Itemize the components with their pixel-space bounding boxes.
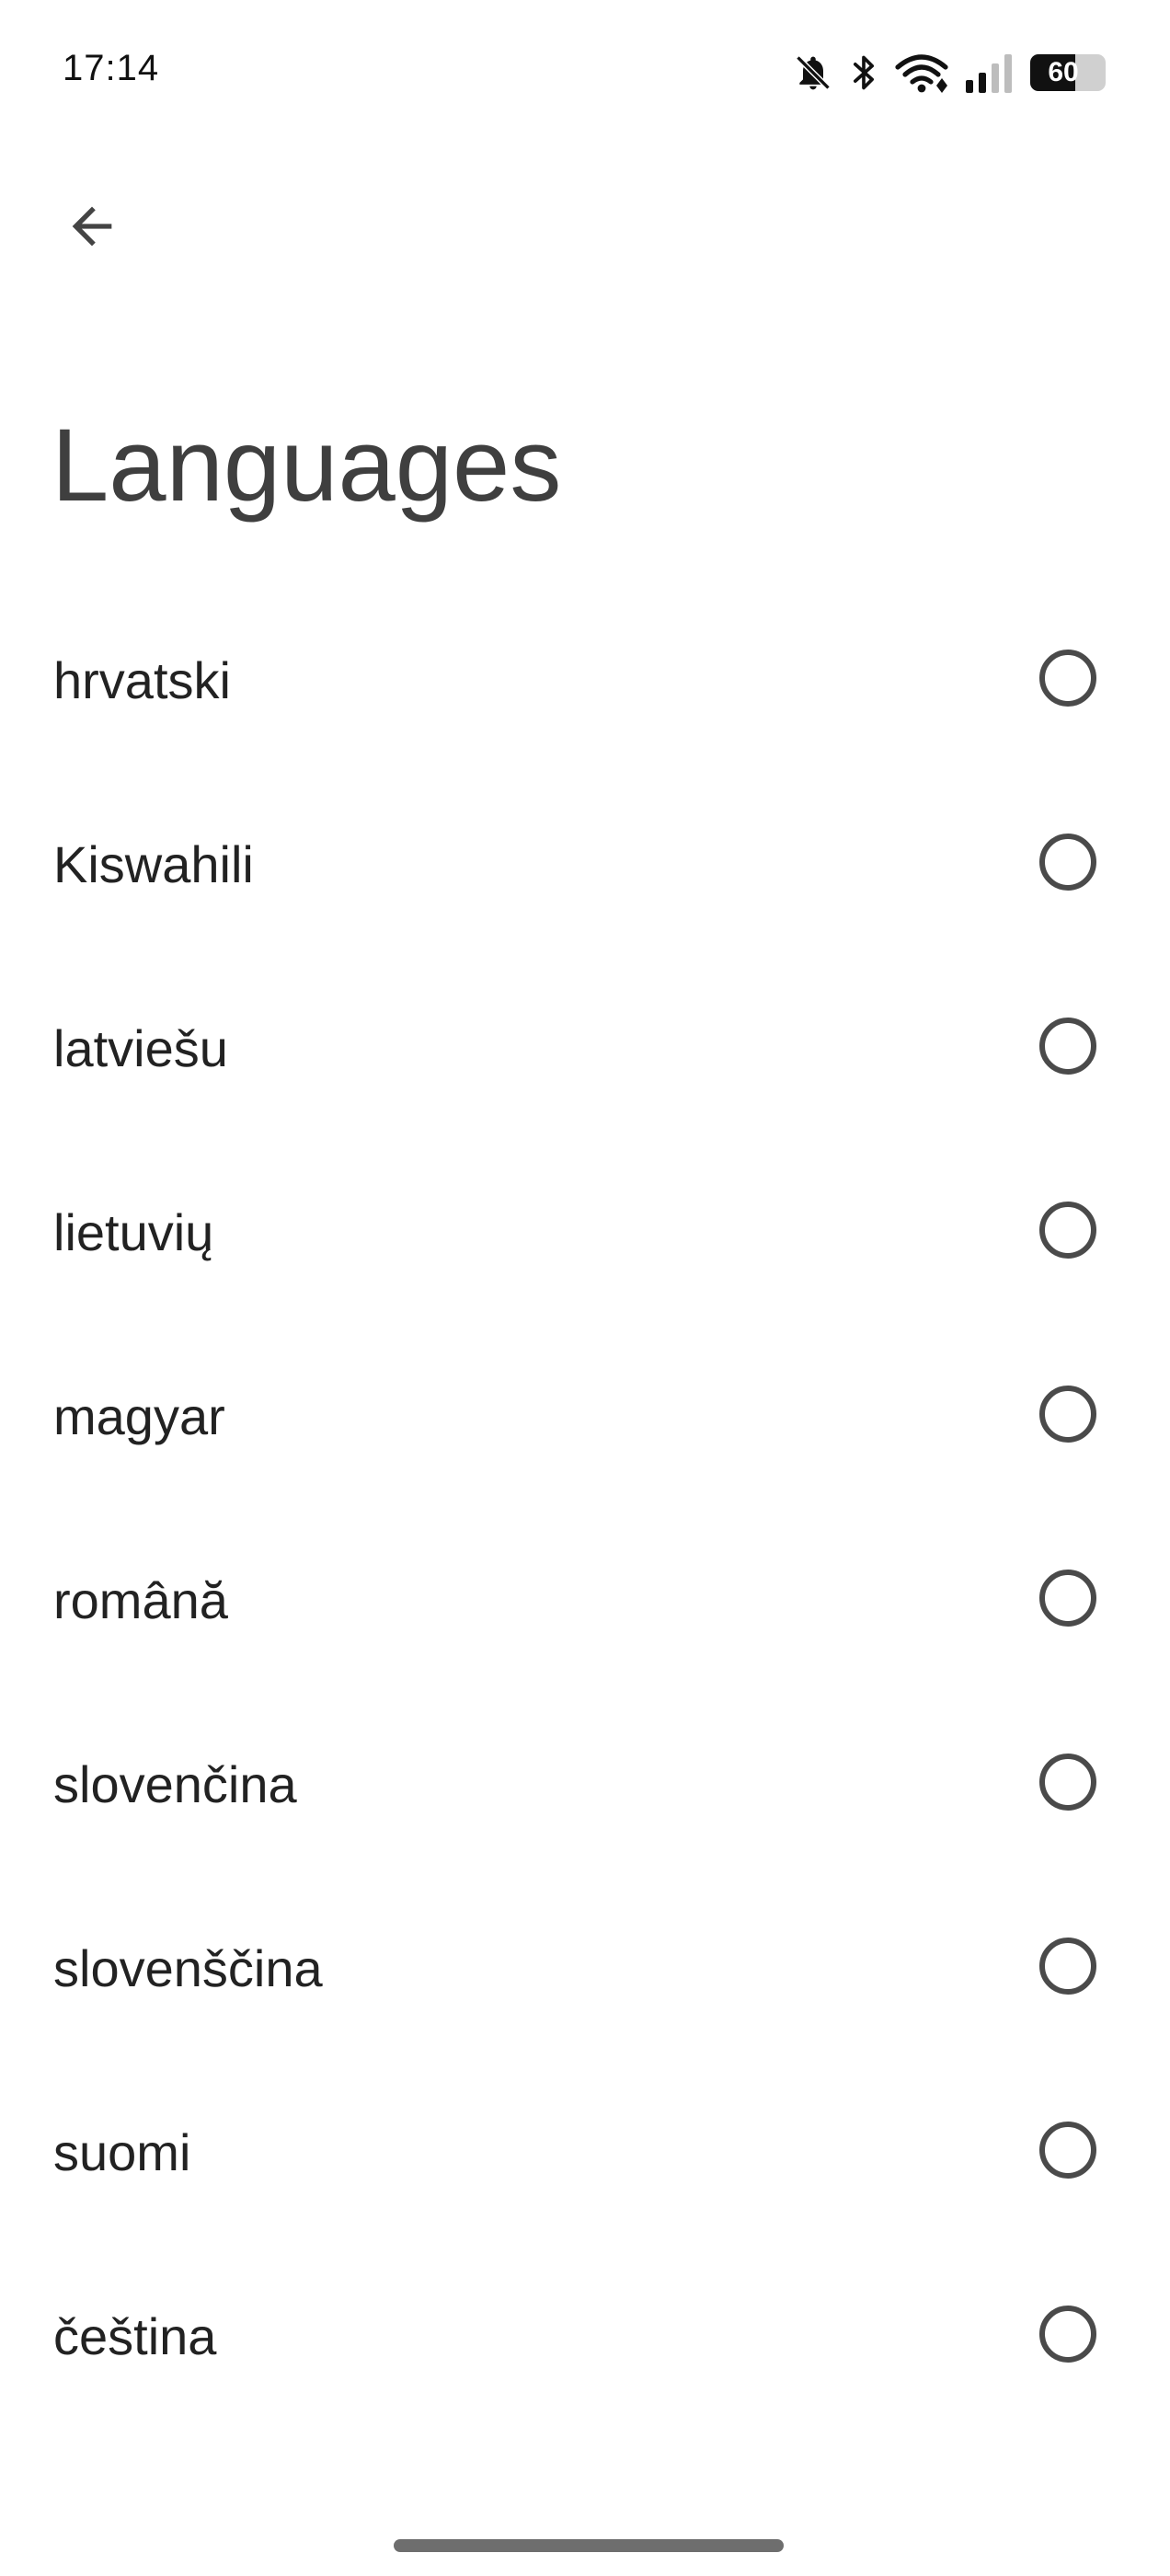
- language-label: lietuvių: [53, 1203, 214, 1261]
- language-label: latviešu: [53, 1019, 228, 1077]
- battery-percentage: 60: [1048, 57, 1079, 87]
- radio-button[interactable]: [1039, 1018, 1096, 1075]
- language-label: čeština: [53, 2307, 217, 2365]
- cellular-signal-icon: [964, 52, 1015, 93]
- wifi-icon: [894, 52, 949, 93]
- radio-button[interactable]: [1039, 2122, 1096, 2179]
- language-list-viewport[interactable]: hrvatski Kiswahili latviešu lietuvių mag…: [0, 570, 1170, 2484]
- language-option-suomi[interactable]: suomi: [0, 2061, 1170, 2245]
- radio-button[interactable]: [1039, 650, 1096, 707]
- language-list: hrvatski Kiswahili latviešu lietuvių mag…: [0, 570, 1170, 2429]
- language-label: magyar: [53, 1387, 225, 1445]
- status-icons: 60: [793, 50, 1106, 96]
- radio-button[interactable]: [1039, 2306, 1096, 2363]
- battery-icon: 60: [1030, 54, 1106, 91]
- language-option-lietuviu[interactable]: lietuvių: [0, 1141, 1170, 1325]
- language-option-latviesu[interactable]: latviešu: [0, 957, 1170, 1141]
- bluetooth-icon: [848, 52, 879, 93]
- arrow-back-icon: [72, 206, 112, 247]
- radio-button[interactable]: [1039, 1570, 1096, 1627]
- bell-off-icon: [793, 52, 833, 93]
- status-bar: 17:14 60: [0, 0, 1170, 147]
- language-label: slovenščina: [53, 1939, 323, 1997]
- radio-button[interactable]: [1039, 1754, 1096, 1811]
- language-option-slovencina[interactable]: slovenčina: [0, 1693, 1170, 1877]
- language-label: slovenčina: [53, 1755, 297, 1813]
- language-label: suomi: [53, 2123, 191, 2181]
- language-option-hrvatski[interactable]: hrvatski: [0, 589, 1170, 773]
- language-option-kiswahili[interactable]: Kiswahili: [0, 773, 1170, 957]
- back-button[interactable]: [48, 182, 136, 270]
- language-option-romana[interactable]: română: [0, 1509, 1170, 1693]
- language-option-slovenscina[interactable]: slovenščina: [0, 1877, 1170, 2061]
- status-time: 17:14: [63, 48, 160, 88]
- radio-button[interactable]: [1039, 1938, 1096, 1995]
- radio-button[interactable]: [1039, 1386, 1096, 1443]
- language-option-magyar[interactable]: magyar: [0, 1325, 1170, 1509]
- language-label: română: [53, 1571, 228, 1629]
- languages-screen: 17:14 60 Languages hrvatski Kiswahili la…: [0, 0, 1170, 2576]
- language-option[interactable]: [0, 570, 1170, 589]
- page-title: Languages: [52, 408, 562, 523]
- language-label: Kiswahili: [53, 835, 254, 893]
- radio-button[interactable]: [1039, 834, 1096, 891]
- gesture-navigation-bar[interactable]: [394, 2539, 784, 2552]
- language-label: hrvatski: [53, 651, 231, 709]
- language-option-cestina[interactable]: čeština: [0, 2245, 1170, 2429]
- radio-button[interactable]: [1039, 1202, 1096, 1259]
